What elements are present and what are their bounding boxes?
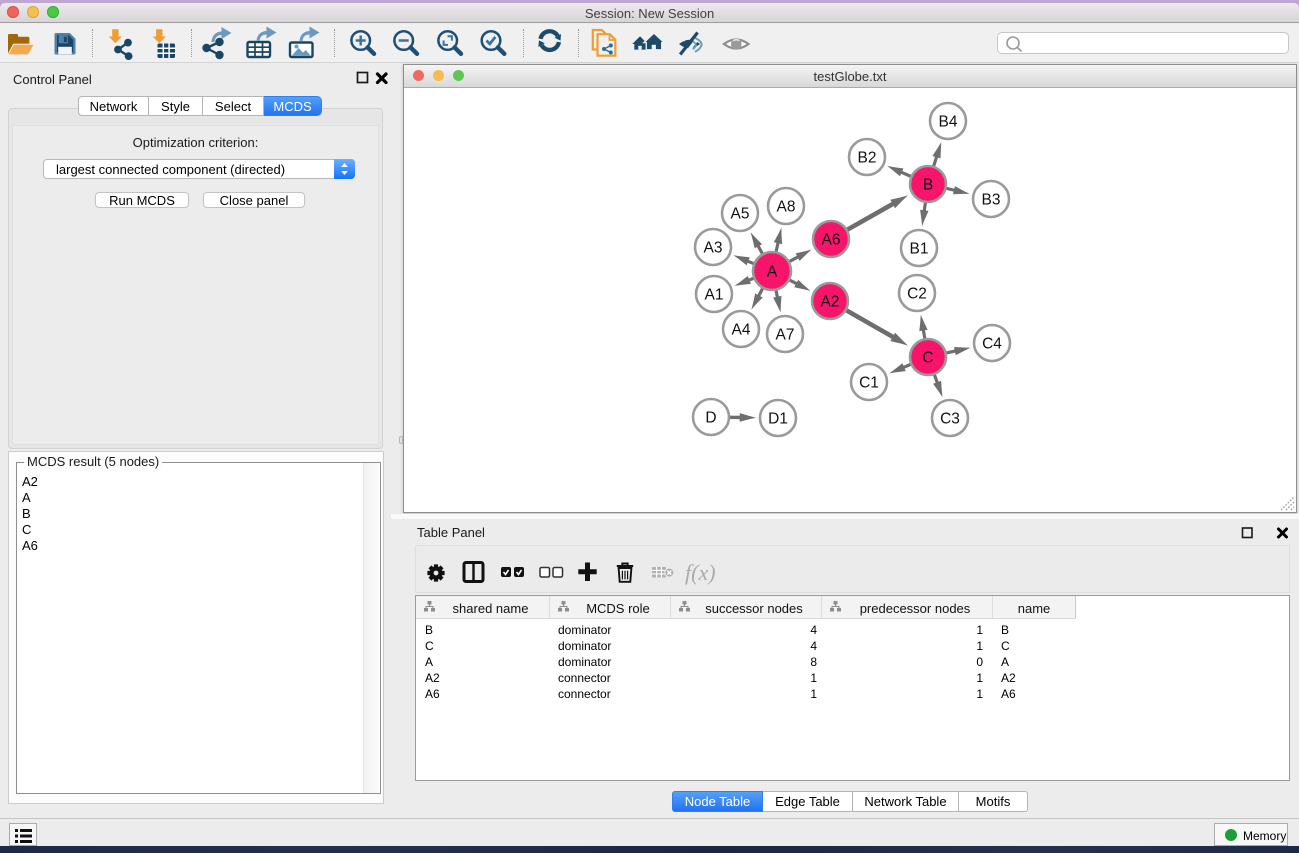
svg-text:A3: A3 (704, 240, 723, 257)
svg-text:A1: A1 (705, 287, 724, 304)
svg-text:A8: A8 (777, 199, 796, 216)
svg-text:C1: C1 (859, 375, 879, 392)
svg-text:C: C (922, 350, 933, 367)
svg-text:A4: A4 (732, 322, 751, 339)
svg-text:C2: C2 (907, 286, 927, 303)
svg-text:A7: A7 (776, 327, 795, 344)
svg-text:A5: A5 (731, 206, 750, 223)
svg-text:A2: A2 (821, 294, 840, 311)
svg-text:B3: B3 (982, 192, 1001, 209)
svg-text:f(x): f(x) (685, 560, 716, 585)
svg-text:A6: A6 (822, 232, 841, 249)
svg-text:B1: B1 (910, 241, 929, 258)
svg-text:B2: B2 (858, 150, 877, 167)
svg-text:A: A (767, 264, 778, 281)
svg-text:C4: C4 (982, 336, 1002, 353)
svg-text:D: D (705, 410, 716, 427)
svg-text:B: B (923, 177, 933, 194)
svg-text:B4: B4 (939, 114, 958, 131)
svg-text:D1: D1 (768, 411, 788, 428)
svg-text:C3: C3 (940, 411, 960, 428)
